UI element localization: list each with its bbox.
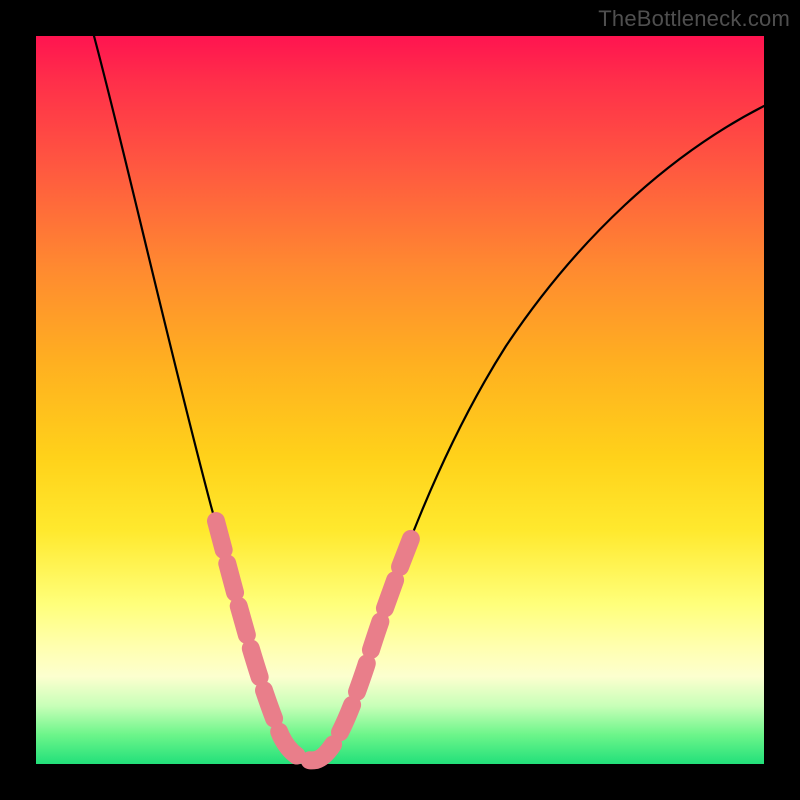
watermark-label: TheBottleneck.com	[598, 6, 790, 32]
bottleneck-curve	[94, 36, 764, 760]
outer-frame: TheBottleneck.com	[0, 0, 800, 800]
plot-area	[36, 36, 764, 764]
highlight-overlay	[216, 521, 414, 760]
chart-svg	[36, 36, 764, 764]
